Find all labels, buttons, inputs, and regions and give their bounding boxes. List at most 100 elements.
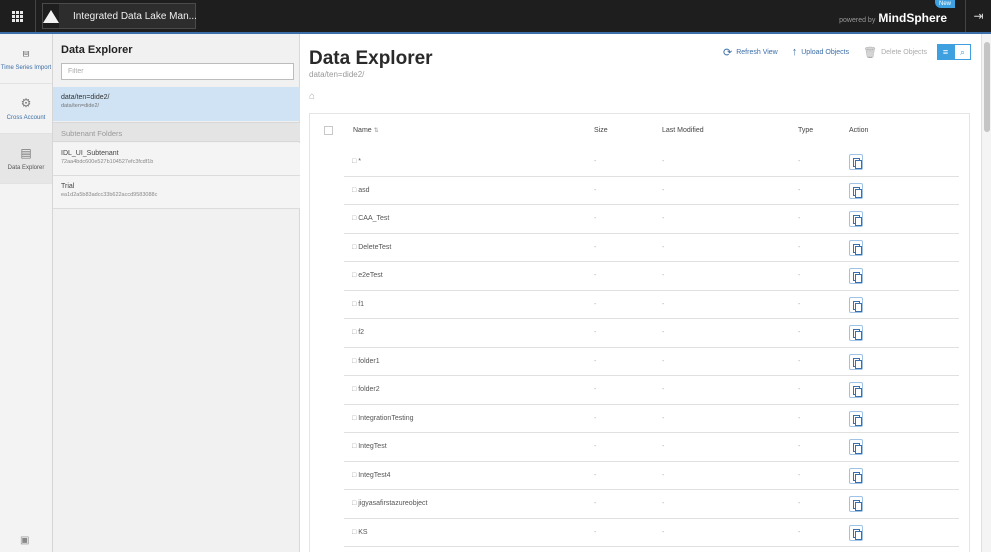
rail-item-cross-account[interactable]: ⚙ Cross Account	[0, 84, 52, 134]
row-name: asd	[358, 186, 370, 194]
upload-objects-button[interactable]: ↑ Upload Objects	[792, 46, 849, 58]
copy-icon[interactable]	[849, 410, 863, 427]
filter-input[interactable]	[61, 63, 294, 80]
logout-icon: ⇥	[973, 9, 984, 23]
brand-name: MindSphere	[878, 11, 947, 25]
copy-icon[interactable]	[849, 467, 863, 484]
column-header-last-modified: Last Modified	[662, 127, 704, 134]
table-row[interactable]: □ asd - - -	[310, 177, 969, 205]
column-header-type: Type	[798, 127, 814, 134]
copy-icon[interactable]	[849, 524, 863, 541]
table-row[interactable]: □ * - - -	[310, 148, 969, 177]
subtenant-folders-header: Subtenant Folders	[53, 122, 300, 142]
copy-icon[interactable]	[849, 268, 863, 284]
table-row[interactable]: □ folder2 - - -	[310, 376, 969, 405]
folder-icon: □	[352, 243, 357, 251]
subtenant-item[interactable]: IDL_UI_Subtenant 72aa4bdc600e527b104527e…	[53, 143, 300, 176]
row-size: -	[594, 471, 597, 479]
subtenant-id: 72aa4bdc600e527b104527efc3fcdf1b	[61, 159, 154, 165]
app-logo-icon	[43, 4, 59, 28]
row-name-cell[interactable]: □ folder1	[352, 358, 380, 365]
table-row[interactable]: □ IntegrationTesting - - -	[310, 405, 969, 433]
top-bar: Integrated Data Lake Man... New powered …	[0, 0, 991, 34]
column-header-name[interactable]: Name ⇅	[353, 127, 379, 134]
row-last-modified: -	[662, 215, 665, 222]
rail-item-label: Data Explorer	[7, 164, 45, 171]
table-row[interactable]: □ e2eTest - - -	[310, 262, 969, 291]
rail-item-label: Cross Account	[6, 114, 46, 121]
copy-icon[interactable]	[849, 325, 863, 341]
row-name-cell[interactable]: □ IntegrationTesting	[352, 415, 414, 422]
folder-icon: □	[352, 186, 357, 194]
table-row[interactable]: □ KS - - -	[310, 519, 969, 547]
scrollbar-thumb[interactable]	[984, 42, 990, 132]
folder-item-selected[interactable]: data/ten=dide2/ data/ten=dide2/	[53, 87, 300, 121]
app-tab[interactable]: Integrated Data Lake Man...	[42, 3, 197, 29]
table-row[interactable]: □ folder1 - - -	[310, 348, 969, 376]
table-row[interactable]: □ jigyasafirstazureobject - - -	[310, 490, 969, 519]
table-row[interactable]: □ IntegTest4 - - -	[310, 462, 969, 490]
row-type: -	[798, 414, 801, 422]
row-last-modified: -	[662, 528, 665, 536]
column-header-size: Size	[594, 127, 608, 134]
collapse-rail-icon[interactable]: ▣	[20, 535, 29, 546]
app-launcher-button[interactable]	[0, 0, 36, 32]
row-name-cell[interactable]: □ DeleteTest	[352, 244, 391, 251]
panel-title: Data Explorer	[61, 44, 133, 56]
row-name: f1	[358, 300, 365, 308]
row-name-cell[interactable]: □ asd	[352, 187, 370, 194]
rail-item-time-series-import[interactable]: ⩏ Time Series Import	[0, 34, 52, 84]
left-rail: ⩏ Time Series Import ⚙ Cross Account ▤ D…	[0, 34, 53, 552]
copy-icon[interactable]	[849, 182, 863, 199]
row-type: -	[798, 443, 801, 450]
row-name-cell[interactable]: □ *	[352, 158, 361, 165]
subtenant-name: IDL_UI_Subtenant	[61, 150, 119, 157]
row-name: folder1	[358, 357, 380, 365]
row-name-cell[interactable]: □ f1	[352, 301, 364, 308]
subtenant-name: Trial	[61, 183, 75, 190]
folder-icon: □	[352, 443, 357, 450]
copy-icon[interactable]	[849, 382, 863, 398]
copy-icon[interactable]	[849, 211, 863, 227]
copy-icon[interactable]	[849, 496, 863, 512]
table-row[interactable]: □ f2 - - -	[310, 319, 969, 348]
gear-icon: ⚙	[20, 95, 32, 110]
row-size: -	[594, 528, 597, 536]
table-row[interactable]: □ CAA_Test - - -	[310, 205, 969, 234]
select-all-checkbox[interactable]	[324, 126, 333, 135]
row-name-cell[interactable]: □ f2	[352, 329, 364, 336]
table-row[interactable]: □ DeleteTest - - -	[310, 234, 969, 262]
table-row[interactable]: □ f1 - - -	[310, 291, 969, 319]
sort-icon[interactable]: ⇅	[374, 128, 379, 134]
row-size: -	[594, 272, 597, 279]
copy-icon[interactable]	[849, 239, 863, 256]
row-name-cell[interactable]: □ CAA_Test	[352, 215, 389, 222]
new-badge: New	[934, 0, 955, 8]
folder-icon: □	[352, 414, 357, 422]
folder-icon: □	[352, 500, 357, 507]
row-name-cell[interactable]: □ e2eTest	[352, 272, 383, 279]
home-icon[interactable]: ⌂	[309, 91, 315, 102]
row-name-cell[interactable]: □ jigyasafirstazureobject	[352, 500, 428, 507]
search-icon[interactable]: ⌕	[954, 44, 971, 60]
delete-objects-button[interactable]: 🗑 Delete Objects	[863, 46, 927, 59]
row-name-cell[interactable]: □ IntegTest	[352, 443, 387, 450]
folder-icon: □	[352, 357, 357, 365]
page-scrollbar[interactable]	[981, 34, 991, 552]
row-type: -	[798, 528, 801, 536]
row-name-cell[interactable]: □ KS	[352, 529, 368, 536]
rail-item-data-explorer[interactable]: ▤ Data Explorer	[0, 134, 52, 184]
logout-button[interactable]: ⇥	[965, 0, 991, 32]
copy-icon[interactable]	[849, 353, 863, 370]
row-name-cell[interactable]: □ IntegTest4	[352, 472, 391, 479]
subtenant-item[interactable]: Trial ea1d2a5b83adcc33b622accd9583088c	[53, 176, 300, 209]
folder-item-path: data/ten=dide2/	[61, 103, 100, 109]
copy-icon[interactable]	[849, 154, 863, 170]
table-row[interactable]: □ IntegTest - - -	[310, 433, 969, 462]
copy-icon[interactable]	[849, 296, 863, 313]
copy-icon[interactable]	[849, 439, 863, 455]
list-view-icon[interactable]: ≡	[937, 44, 954, 60]
refresh-view-button[interactable]: ⟳ Refresh View	[723, 46, 778, 59]
row-name-cell[interactable]: □ folder2	[352, 386, 380, 393]
row-size: -	[594, 357, 597, 365]
